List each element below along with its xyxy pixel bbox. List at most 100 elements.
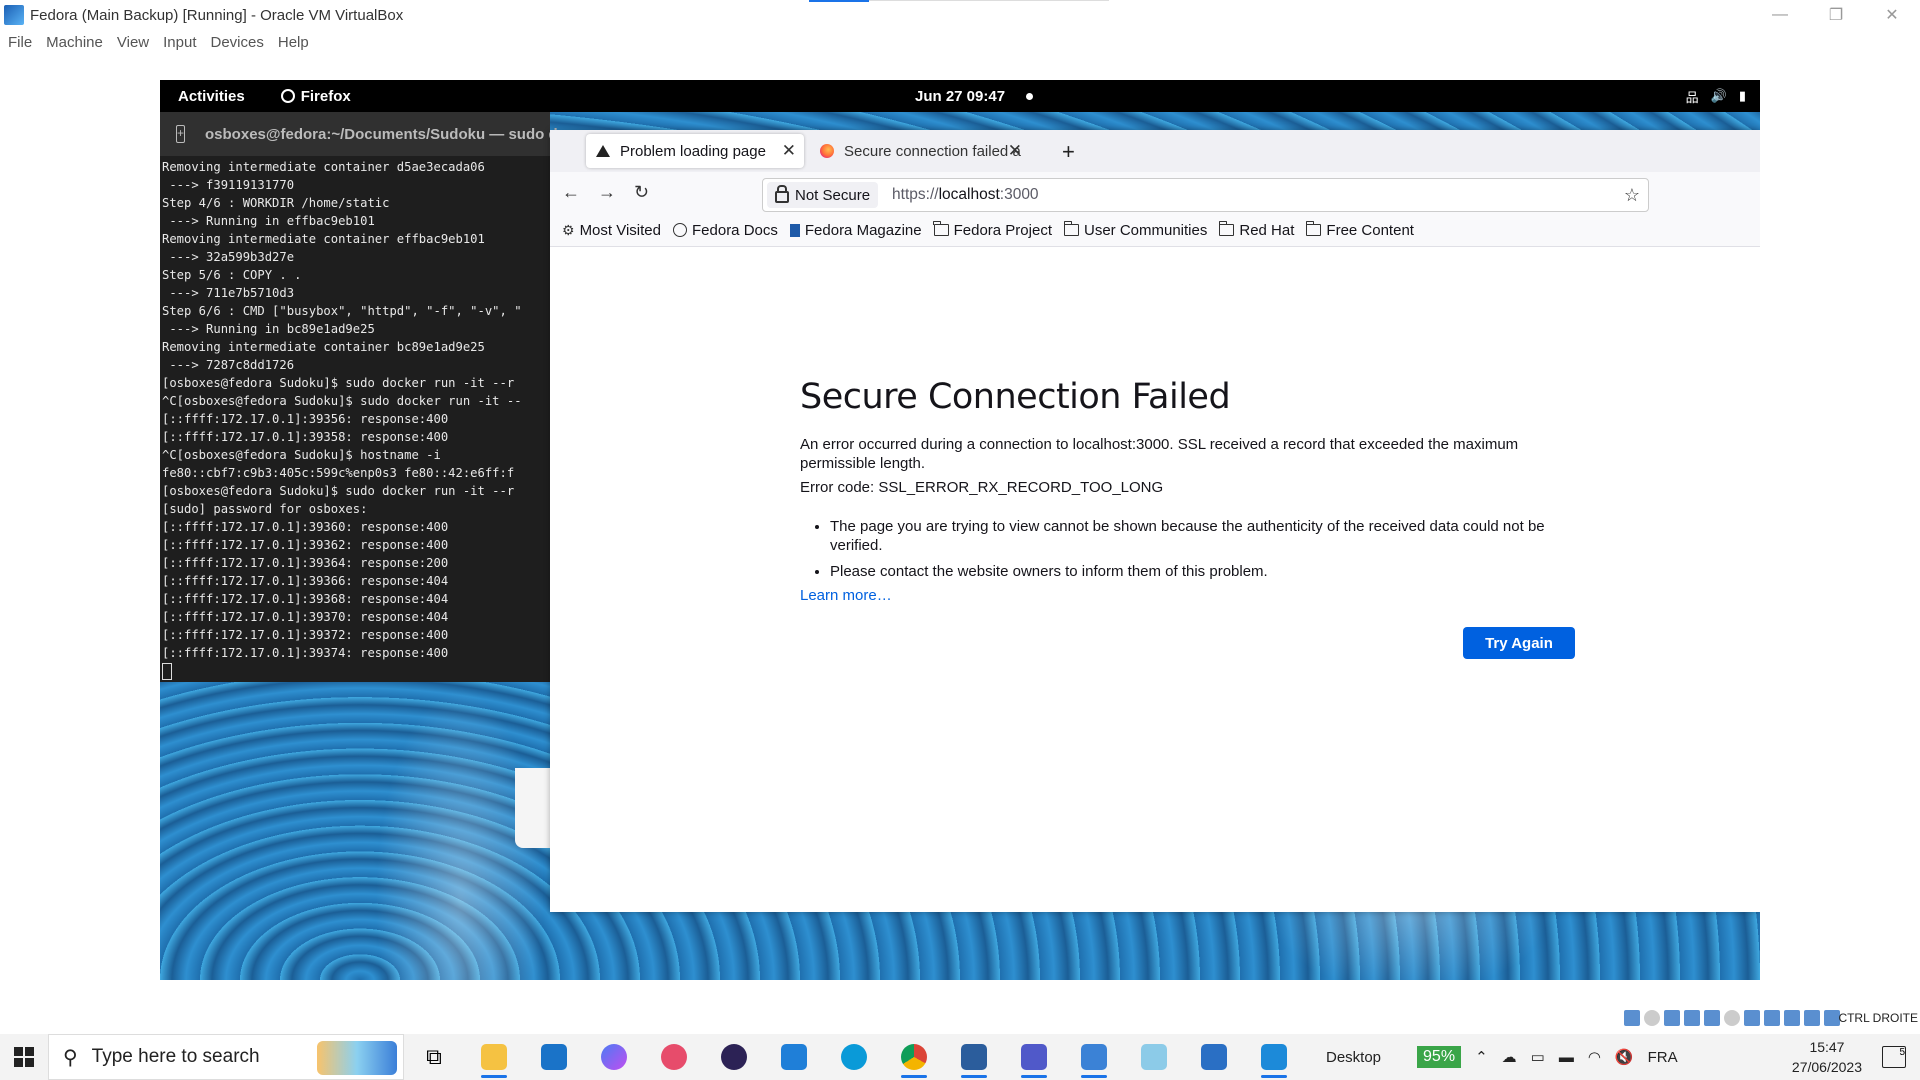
mouse-integration-icon[interactable] — [1804, 1010, 1820, 1026]
search-highlight-image — [317, 1041, 397, 1075]
monitor-icon[interactable]: ▭ — [1531, 1048, 1545, 1066]
menu-input[interactable]: Input — [163, 34, 196, 51]
insecure-lock-icon — [775, 185, 789, 203]
snipping-tool-icon[interactable] — [644, 1034, 704, 1080]
gnome-clock[interactable]: Jun 27 09:47 — [915, 88, 1005, 105]
mail-icon[interactable] — [524, 1034, 584, 1080]
mute-icon[interactable]: 🔇 — [1615, 1048, 1634, 1066]
bookmark-most-visited[interactable]: ⚙ Most Visited — [562, 222, 661, 239]
url-bar[interactable]: Not Secure https://localhost:3000 ☆ — [762, 178, 1649, 212]
close-button[interactable]: ✕ — [1864, 0, 1920, 30]
forward-button[interactable]: → — [598, 182, 616, 203]
wifi-icon[interactable]: ◠ — [1588, 1048, 1601, 1066]
search-icon: ⚲ — [63, 1046, 78, 1069]
bookmark-free-content[interactable]: Free Content — [1305, 221, 1414, 239]
teams-icon[interactable] — [1004, 1034, 1064, 1080]
eclipse-icon[interactable] — [704, 1034, 764, 1080]
bookmarks-toolbar: ⚙ Most Visited Fedora Docs Fedora Magazin… — [550, 214, 1760, 247]
search-placeholder: Type here to search — [91, 1046, 260, 1067]
vt-x-icon[interactable] — [1784, 1010, 1800, 1026]
not-secure-indicator[interactable]: Not Secure — [767, 182, 879, 208]
terminal-line: ^C[osboxes@fedora Sudoku]$ hostname -i — [162, 448, 441, 462]
system-menu[interactable]: 品 🔊 ▮ — [1686, 87, 1746, 106]
battery-indicator[interactable]: 95% — [1417, 1046, 1462, 1068]
folder-icon — [1305, 221, 1322, 236]
menu-machine[interactable]: Machine — [46, 34, 103, 51]
firefox-icon — [280, 89, 295, 103]
menu-file[interactable]: File — [8, 34, 32, 51]
url-text[interactable]: https://localhost:3000 — [892, 186, 1039, 204]
taskbar-clock[interactable]: 15:47 27/06/2023 — [1792, 1037, 1862, 1077]
volume-icon: 🔊 — [1710, 88, 1727, 103]
terminal-line: [::ffff:172.17.0.1]:39374: response:400 — [162, 646, 449, 660]
usb-icon[interactable] — [1704, 1010, 1720, 1026]
tab-close-icon[interactable]: ✕ — [782, 141, 796, 161]
menu-devices[interactable]: Devices — [211, 34, 264, 51]
new-tab-button[interactable]: + — [1062, 139, 1075, 165]
virtualbox-taskbar-icon[interactable] — [944, 1034, 1004, 1080]
not-secure-label: Not Secure — [795, 186, 871, 204]
app-menu[interactable]: Firefox — [280, 88, 351, 105]
terminal-line: ^C[osboxes@fedora Sudoku]$ sudo docker r… — [162, 394, 522, 408]
terminal-line: [::ffff:172.17.0.1]:39372: response:400 — [162, 628, 449, 642]
bookmark-fedora-docs[interactable]: Fedora Docs — [673, 222, 778, 239]
audio-icon[interactable] — [1664, 1010, 1680, 1026]
chevron-up-icon[interactable]: ⌃ — [1475, 1048, 1488, 1066]
recording-icon[interactable] — [1764, 1010, 1780, 1026]
tab-close-icon[interactable]: ✕ — [1008, 141, 1022, 161]
terminal-window[interactable]: + osboxes@fedora:~/Documents/Sudoku — su… — [160, 112, 558, 682]
file-explorer-icon[interactable] — [464, 1034, 524, 1080]
guest-screen[interactable]: Activities Firefox Jun 27 09:47 品 🔊 ▮ + … — [160, 80, 1760, 980]
tab-problem-loading[interactable]: Problem loading page ✕ — [586, 134, 804, 168]
firefox-window[interactable]: Problem loading page ✕ Secure connection… — [550, 130, 1760, 912]
hard-disk-icon[interactable] — [1624, 1010, 1640, 1026]
tab-secure-connection-failed[interactable]: Secure connection failed a ✕ — [810, 134, 1030, 168]
back-button[interactable]: ← — [562, 182, 580, 203]
virtualbox-vm-icon[interactable] — [1064, 1034, 1124, 1080]
learn-more-link[interactable]: Learn more… — [800, 587, 892, 604]
shared-folders-icon[interactable] — [1724, 1010, 1740, 1026]
reload-button[interactable]: ↻ — [634, 182, 649, 203]
bookmark-star-icon[interactable]: ☆ — [1624, 185, 1640, 206]
taskbar-search[interactable]: ⚲ Type here to search — [48, 1034, 404, 1080]
new-tab-icon[interactable]: + — [176, 125, 186, 143]
terminal-output[interactable]: Removing intermediate container d5ae3eca… — [160, 156, 550, 680]
bookmark-fedora-project[interactable]: Fedora Project — [933, 221, 1052, 239]
restore-button[interactable]: ❐ — [1808, 0, 1864, 30]
battery-tray-icon[interactable]: ▬ — [1559, 1049, 1574, 1066]
notepad-icon[interactable] — [1124, 1034, 1184, 1080]
menu-help[interactable]: Help — [278, 34, 309, 51]
terminal-line: [osboxes@fedora Sudoku]$ sudo docker run… — [162, 484, 515, 498]
terminal-line: Step 6/6 : CMD ["busybox", "httpd", "-f"… — [162, 304, 522, 318]
bookmark-user-communities[interactable]: User Communities — [1063, 221, 1207, 239]
network-icon: 品 — [1685, 89, 1699, 105]
skype-icon[interactable] — [824, 1034, 884, 1080]
terminal-line: [::ffff:172.17.0.1]:39366: response:404 — [162, 574, 449, 588]
start-button[interactable] — [0, 1034, 48, 1080]
tab-bar: Problem loading page ✕ Secure connection… — [550, 130, 1760, 172]
onedrive-icon[interactable]: ☁ — [1502, 1048, 1517, 1066]
network-adapter-icon[interactable] — [1684, 1010, 1700, 1026]
photos-icon[interactable] — [1184, 1034, 1244, 1080]
display-icon[interactable] — [1744, 1010, 1760, 1026]
optical-drive-icon[interactable] — [1644, 1010, 1660, 1026]
terminal-line: ---> Running in bc89e1ad9e25 — [162, 322, 375, 336]
vbox-status-bar: CTRL DROITE — [0, 1002, 1920, 1034]
folder-icon — [1063, 221, 1079, 236]
menu-view[interactable]: View — [117, 34, 149, 51]
language-indicator[interactable]: FRA — [1648, 1049, 1678, 1066]
bookmark-red-hat[interactable]: Red Hat — [1218, 221, 1294, 239]
desktop-toolbar[interactable]: Desktop — [1326, 1049, 1381, 1066]
activities-button[interactable]: Activities — [178, 88, 245, 105]
task-view-icon[interactable]: ⧉ — [404, 1034, 464, 1080]
chrome-icon[interactable] — [884, 1034, 944, 1080]
minimize-button[interactable]: — — [1752, 0, 1808, 30]
copilot-icon[interactable] — [584, 1034, 644, 1080]
vscode-icon[interactable] — [1244, 1034, 1304, 1080]
try-again-button[interactable]: Try Again — [1463, 627, 1575, 659]
terminal-line: [::ffff:172.17.0.1]:39356: response:400 — [162, 412, 449, 426]
bookmark-fedora-magazine[interactable]: Fedora Magazine — [789, 222, 922, 239]
microsoft-store-icon[interactable] — [764, 1034, 824, 1080]
notification-center-icon[interactable]: 5 — [1882, 1046, 1906, 1068]
window-accent-line — [809, 0, 869, 2]
